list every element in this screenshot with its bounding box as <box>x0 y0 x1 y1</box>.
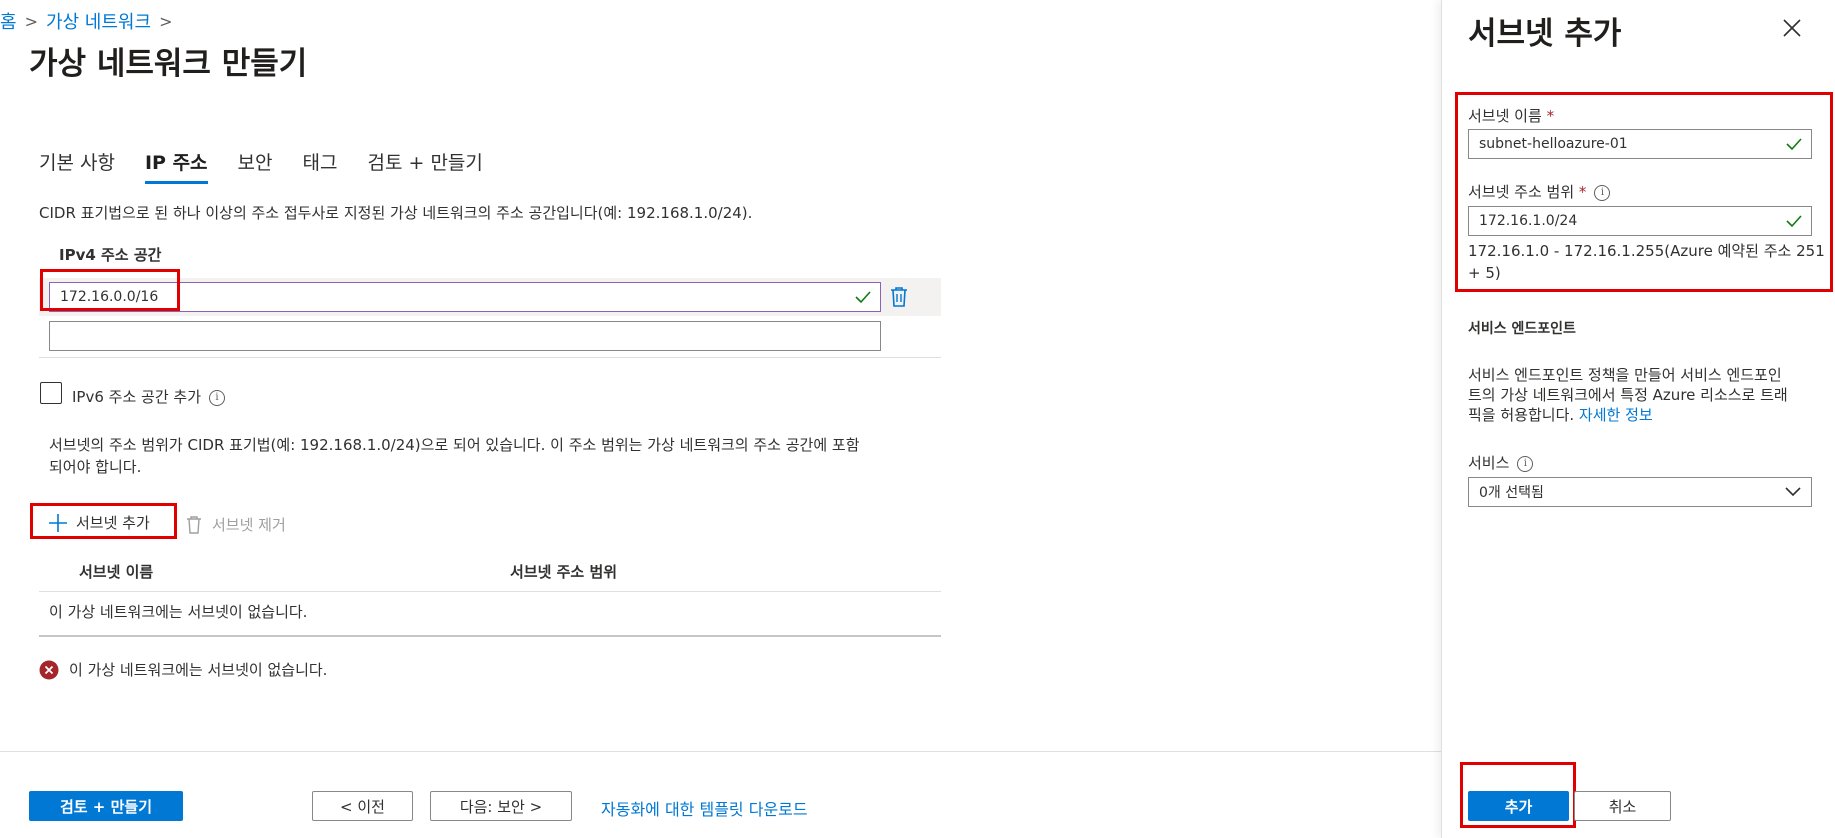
subnet-range-label-text: 서브넷 주소 범위 <box>1468 183 1575 201</box>
learn-more-link[interactable]: 자세한 정보 <box>1579 406 1653 424</box>
subnet-description-line1: 서브넷의 주소 범위가 CIDR 표기법(예: 192.168.1.0/24)으… <box>49 436 860 454</box>
service-endpoints-title: 서비스 엔드포인트 <box>1468 321 1576 337</box>
cancel-button[interactable]: 취소 <box>1574 791 1671 821</box>
info-icon[interactable]: i <box>1517 455 1534 472</box>
services-label: 서비스 i <box>1468 452 1534 473</box>
address-space-description: CIDR 표기법으로 된 하나 이상의 주소 접두사로 지정된 가상 네트워크의… <box>39 204 753 222</box>
remove-subnet-label: 서브넷 제거 <box>212 516 286 534</box>
subnet-range-info: 172.16.1.0 - 172.16.1.255(Azure 예약된 주소 2… <box>1468 240 1825 284</box>
info-icon[interactable]: i <box>209 389 225 406</box>
ipv4-address-space-label: IPv4 주소 공간 <box>59 246 162 264</box>
tab-review-create[interactable]: 검토 + 만들기 <box>367 148 482 184</box>
chevron-down-icon <box>1785 487 1801 497</box>
divider <box>39 357 941 358</box>
page-title: 가상 네트워크 만들기 <box>29 46 308 82</box>
subnet-name-input[interactable]: subnet-helloazure-01 <box>1468 129 1812 159</box>
highlight-add-subnet-box <box>30 503 177 539</box>
required-asterisk: * <box>1578 183 1587 201</box>
chevron-right-icon: > <box>159 11 173 31</box>
review-create-button[interactable]: 검토 + 만들기 <box>29 791 183 821</box>
subnet-name-label: 서브넷 이름 * <box>1468 105 1554 126</box>
info-icon[interactable]: i <box>1594 184 1611 201</box>
divider <box>39 591 941 592</box>
check-icon <box>855 291 871 304</box>
breadcrumb-virtual-network[interactable]: 가상 네트워크 <box>46 8 151 34</box>
service-endpoints-description: 서비스 엔드포인트 정책을 만들어 서비스 엔드포인 트의 가상 네트워크에서 … <box>1468 365 1788 425</box>
delete-icon[interactable] <box>890 286 908 308</box>
subnet-description: 서브넷의 주소 범위가 CIDR 표기법(예: 192.168.1.0/24)으… <box>49 434 860 478</box>
table-empty-message: 이 가상 네트워크에는 서브넷이 없습니다. <box>49 603 308 621</box>
error-message-text: 이 가상 네트워크에는 서브넷이 없습니다. <box>69 661 328 679</box>
footer-divider <box>0 751 1441 752</box>
endpoints-desc-line2: 트의 가상 네트워크에서 특정 Azure 리소스로 트래 <box>1468 386 1788 404</box>
divider <box>39 635 941 637</box>
subnet-range-info-line1: 172.16.1.0 - 172.16.1.255(Azure 예약된 주소 2… <box>1468 242 1825 260</box>
chevron-right-icon: > <box>24 11 38 31</box>
error-icon <box>39 660 59 679</box>
add-subnet-panel: 서브넷 추가 서브넷 이름 * subnet-helloazure-01 서브넷… <box>1441 0 1835 838</box>
tab-tags[interactable]: 태그 <box>303 148 338 184</box>
download-template-link[interactable]: 자동화에 대한 템플릿 다운로드 <box>601 796 808 820</box>
table-header-subnet-name: 서브넷 이름 <box>79 563 154 581</box>
close-icon[interactable] <box>1783 19 1801 37</box>
subnet-name-value: subnet-helloazure-01 <box>1479 136 1628 152</box>
tab-security[interactable]: 보안 <box>238 148 273 184</box>
highlight-ipv4-box <box>40 269 180 311</box>
services-dropdown-value: 0개 선택됨 <box>1479 485 1544 501</box>
tab-bar: 기본 사항 IP 주소 보안 태그 검토 + 만들기 <box>39 148 483 184</box>
services-label-text: 서비스 <box>1468 454 1510 472</box>
remove-subnet-button[interactable]: 서브넷 제거 <box>186 514 286 535</box>
ipv4-address-empty-input[interactable] <box>49 321 881 351</box>
tab-ip-addresses[interactable]: IP 주소 <box>144 148 208 184</box>
services-dropdown[interactable]: 0개 선택됨 <box>1468 477 1812 507</box>
highlight-add-button-box <box>1460 762 1576 828</box>
panel-title: 서브넷 추가 <box>1468 16 1622 52</box>
subnet-range-label: 서브넷 주소 범위 * i <box>1468 181 1611 202</box>
next-security-button[interactable]: 다음: 보안 > <box>430 791 572 821</box>
endpoints-desc-line3: 픽을 허용합니다. <box>1468 406 1575 424</box>
tab-basics[interactable]: 기본 사항 <box>39 148 115 184</box>
ipv6-label: IPv6 주소 공간 추가 i <box>72 386 225 407</box>
required-asterisk: * <box>1546 107 1555 125</box>
subnet-description-line2: 되어야 합니다. <box>49 458 142 476</box>
breadcrumb: 홈 > 가상 네트워크 > <box>0 8 172 34</box>
breadcrumb-home[interactable]: 홈 <box>0 8 17 34</box>
error-message: 이 가상 네트워크에는 서브넷이 없습니다. <box>39 659 327 680</box>
subnet-name-label-text: 서브넷 이름 <box>1468 107 1542 125</box>
subnet-range-info-line2: + 5) <box>1468 264 1501 282</box>
check-icon <box>1786 215 1802 228</box>
ipv6-checkbox[interactable] <box>40 382 62 404</box>
delete-icon <box>187 515 201 534</box>
subnet-range-value: 172.16.1.0/24 <box>1479 213 1578 229</box>
ipv6-label-text: IPv6 주소 공간 추가 <box>72 388 201 406</box>
check-icon <box>1786 138 1802 151</box>
endpoints-desc-line1: 서비스 엔드포인트 정책을 만들어 서비스 엔드포인 <box>1468 366 1782 384</box>
subnet-range-input[interactable]: 172.16.1.0/24 <box>1468 206 1812 236</box>
table-header-subnet-range: 서브넷 주소 범위 <box>510 563 618 581</box>
previous-button[interactable]: < 이전 <box>312 791 413 821</box>
